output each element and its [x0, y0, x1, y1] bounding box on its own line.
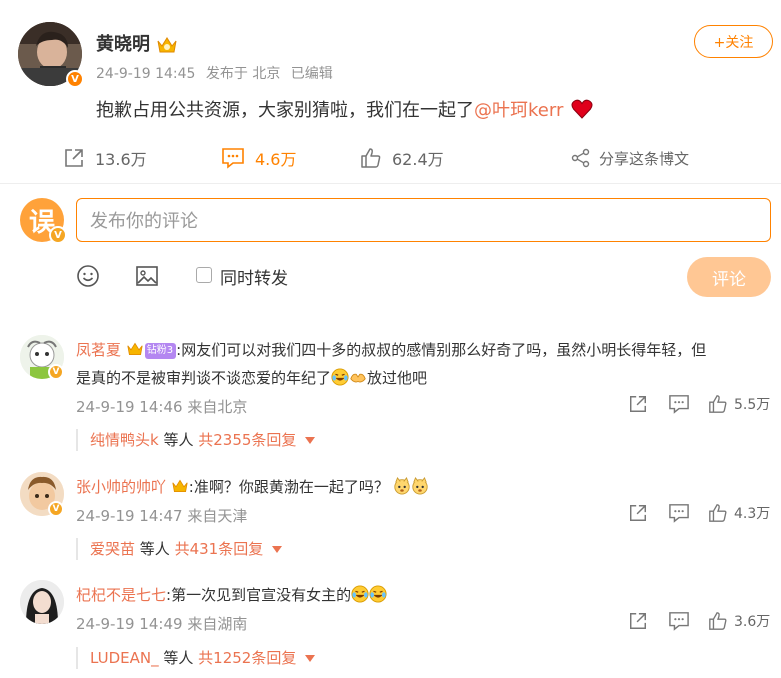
comment-username[interactable]: 张小帅的帅吖 — [76, 478, 166, 496]
image-button[interactable] — [135, 264, 159, 288]
current-user-verified-icon: V — [49, 226, 67, 244]
repost-icon[interactable] — [628, 503, 648, 523]
comment-user-badge-icon: V — [48, 501, 64, 517]
author-name[interactable]: 黄晓明 — [96, 30, 178, 56]
thumbs-up-icon[interactable] — [708, 503, 728, 523]
like-count: 62.4万 — [392, 150, 444, 169]
comment-user-badge-icon: V — [48, 364, 64, 380]
verified-badge-icon: V — [66, 70, 84, 88]
thumbs-up-icon[interactable] — [708, 394, 728, 414]
thumbs-up-icon[interactable] — [708, 611, 728, 631]
comment-text: 杞杞不是七七:第一次见到官宣没有女主的 — [76, 581, 771, 609]
comment-username[interactable]: 凤茗夏 — [76, 341, 121, 359]
comment-avatar[interactable] — [20, 580, 64, 624]
comment-meta: 24-9-19 14:46 来自北京 — [76, 396, 247, 417]
laughing-tears-emoji-icon — [369, 585, 387, 603]
thumbs-up-icon — [361, 148, 381, 168]
comment-actions: 3.6万 — [628, 611, 770, 631]
post-meta: 24-9-19 14:45 发布于 北京 已编辑 — [96, 63, 339, 83]
comment-username[interactable]: 杞杞不是七七 — [76, 586, 166, 604]
sync-repost-label: 同时转发 — [220, 269, 288, 289]
crown-icon — [172, 479, 188, 492]
comment-action[interactable]: 4.6万 — [221, 146, 296, 170]
cat-face-emoji-icon — [394, 477, 410, 495]
comment-like-count: 5.5万 — [734, 397, 771, 413]
post-edited[interactable]: 已编辑 — [291, 66, 333, 82]
section-divider — [0, 183, 781, 184]
crown-icon — [157, 37, 177, 53]
comment-source: 来自北京 — [187, 398, 248, 416]
repost-count: 13.6万 — [95, 150, 147, 169]
fan-badge: 钻粉3 — [144, 343, 177, 359]
comment-time: 24-9-19 14:49 — [76, 615, 183, 633]
comment-replies[interactable]: LUDEAN_ 等人 共1252条回复 — [76, 647, 316, 669]
comment-input[interactable]: 发布你的评论 — [76, 198, 771, 242]
laughing-tears-emoji-icon — [351, 585, 369, 603]
comment-icon[interactable] — [668, 611, 690, 631]
comment-like-count: 3.6万 — [734, 614, 771, 630]
comment-like-count: 4.3万 — [734, 506, 771, 522]
comment-source: 来自湖南 — [187, 615, 248, 633]
caret-down-icon — [271, 546, 282, 553]
comment-source: 来自天津 — [187, 507, 248, 525]
comment-icon[interactable] — [668, 503, 690, 523]
smiley-icon — [77, 265, 99, 287]
share-label: 分享这条博文 — [599, 149, 690, 168]
comment-meta: 24-9-19 14:47 来自天津 — [76, 505, 247, 526]
reply-count[interactable]: 共2355条回复 — [198, 431, 296, 449]
like-action[interactable]: 62.4万 — [360, 146, 444, 170]
repost-icon — [65, 149, 83, 167]
comment-count: 4.6万 — [255, 150, 297, 169]
red-heart-icon — [571, 99, 593, 119]
share-action[interactable]: 分享这条博文 — [571, 146, 689, 170]
comment-replies[interactable]: 爱哭苗 等人 共431条回复 — [76, 538, 282, 560]
cupped-hands-emoji-icon — [350, 373, 366, 383]
follow-button[interactable]: +关注 — [694, 25, 773, 58]
emoji-button[interactable] — [76, 264, 100, 288]
reply-count[interactable]: 共1252条回复 — [198, 649, 296, 667]
comment-time: 24-9-19 14:46 — [76, 398, 183, 416]
comment-replies[interactable]: 纯情鸭头k 等人 共2355条回复 — [76, 429, 316, 451]
comment-icon[interactable] — [668, 394, 690, 414]
repost-action[interactable]: 13.6万 — [63, 146, 147, 170]
comment-icon — [222, 148, 244, 169]
post-text: 抱歉占用公共资源，大家别猜啦，我们在一起了@叶珂kerr — [96, 96, 593, 122]
image-icon — [136, 266, 158, 286]
crown-icon — [127, 342, 143, 355]
submit-comment-button[interactable]: 评论 — [687, 257, 771, 297]
comment-time: 24-9-19 14:47 — [76, 507, 183, 525]
caret-down-icon — [305, 437, 316, 444]
comment-actions: 5.5万 — [628, 394, 770, 414]
comment-actions: 4.3万 — [628, 503, 770, 523]
comment-meta: 24-9-19 14:49 来自湖南 — [76, 613, 247, 634]
comment-text: 张小帅的帅吖 :准啊？你跟黄渤在一起了吗？ — [76, 473, 771, 501]
post-location: 发布于 北京 — [205, 66, 281, 82]
share-icon — [571, 148, 590, 168]
sync-repost-checkbox[interactable] — [196, 267, 212, 283]
repost-icon[interactable] — [628, 394, 648, 414]
laughing-tears-emoji-icon — [331, 368, 349, 386]
reply-count[interactable]: 共431条回复 — [175, 540, 264, 558]
mention-link[interactable]: @叶珂kerr — [474, 100, 563, 121]
comment-text: 凤茗夏 钻粉3:网友们可以对我们四十多的叔叔的感情别那么好奇了吗，虽然小明长得年… — [76, 341, 707, 387]
cat-face-emoji-icon — [412, 477, 428, 495]
caret-down-icon — [305, 655, 316, 662]
repost-icon[interactable] — [628, 611, 648, 631]
post-date[interactable]: 24-9-19 14:45 — [96, 66, 195, 82]
